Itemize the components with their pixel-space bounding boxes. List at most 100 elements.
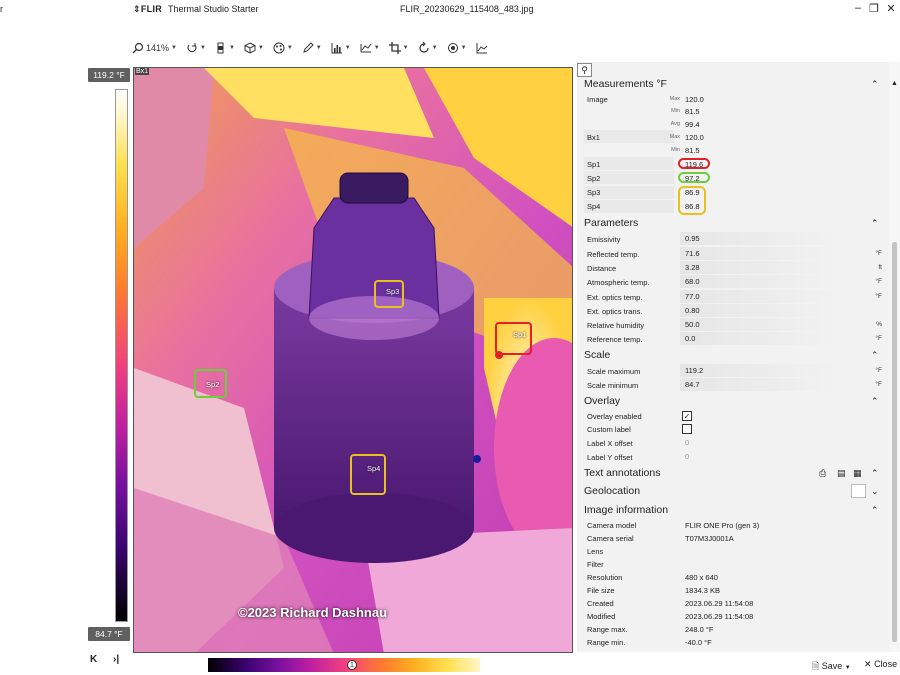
spot-sp2-label: Sp2: [206, 380, 220, 389]
spot-sp3[interactable]: Sp3: [374, 280, 404, 308]
measurement-value: 86.8: [685, 202, 700, 211]
note-icon[interactable]: ▤: [837, 468, 846, 479]
save-button[interactable]: 🗎 Save ▼: [812, 659, 851, 675]
info-value: 480 x 640: [685, 573, 718, 582]
box-measurement-label[interactable]: Bx1: [135, 68, 150, 75]
scale-max-label[interactable]: 119.2 °F: [88, 68, 130, 82]
measurement-stat: Max: [669, 134, 680, 140]
collapse-scale-icon[interactable]: ⌃: [871, 350, 879, 361]
close-window-button[interactable]: ✕: [884, 2, 898, 15]
overlay-label: Label Y offset: [587, 453, 633, 462]
info-value: T07M3J0001A: [685, 534, 734, 543]
spot-sp4[interactable]: Sp4: [350, 454, 386, 495]
overlay-label: Custom label: [587, 425, 631, 434]
spot-sp2[interactable]: Sp2: [194, 369, 227, 398]
scale-unit: °F: [875, 367, 882, 374]
minimize-button[interactable]: –: [851, 2, 865, 14]
last-image-button[interactable]: ›|: [113, 654, 119, 665]
palette-handle[interactable]: 1: [347, 660, 357, 670]
geolocation-map-button[interactable]: [851, 484, 866, 498]
scale-header[interactable]: Scale: [584, 349, 610, 361]
measurement-value: 81.5: [685, 107, 700, 116]
palette-tool[interactable]: ▼: [273, 42, 293, 54]
param-value[interactable]: 0.95: [685, 234, 700, 243]
parameters-header[interactable]: Parameters: [584, 217, 638, 229]
image-mode-tool[interactable]: ▼: [244, 42, 264, 54]
level-span-tool[interactable]: ▼: [215, 42, 235, 54]
param-value[interactable]: 77.0: [685, 292, 700, 301]
expand-geolocation-icon[interactable]: ⌄: [871, 486, 879, 497]
spot-sp1[interactable]: Sp1: [495, 322, 532, 355]
chevron-down-icon: ▼: [373, 45, 380, 51]
plot-tool[interactable]: [476, 42, 488, 54]
line-tool[interactable]: ▼: [360, 42, 380, 54]
crop-tool[interactable]: ▼: [388, 42, 409, 54]
scrollbar-thumb[interactable]: [892, 242, 897, 642]
param-label: Reflected temp.: [587, 250, 640, 259]
scroll-up-icon[interactable]: ▲: [891, 80, 898, 87]
info-value: 248.0 °F: [685, 625, 714, 634]
scale-min-label[interactable]: 84.7 °F: [88, 627, 130, 641]
param-value-bg: [680, 304, 840, 317]
collapse-parameters-icon[interactable]: ⌃: [871, 218, 879, 229]
label-y-offset-value[interactable]: 0: [685, 452, 689, 461]
annotate-tool[interactable]: ▼: [302, 42, 322, 54]
collapse-annotations-icon[interactable]: ⌃: [871, 468, 879, 479]
param-value[interactable]: 50.0: [685, 320, 700, 329]
param-value-bg: [680, 332, 840, 345]
info-label: Range min.: [587, 638, 626, 647]
measurement-tool[interactable]: ▼: [331, 42, 351, 54]
image-information-header[interactable]: Image information: [584, 504, 668, 516]
panel-scrollbar[interactable]: ▲: [889, 62, 900, 652]
fusion-tool[interactable]: ▼: [447, 42, 467, 54]
info-value: -40.0 °F: [685, 638, 712, 647]
collapse-image-info-icon[interactable]: ⌃: [871, 505, 879, 516]
param-label: Ext. optics temp.: [587, 293, 643, 302]
thermal-image[interactable]: [133, 67, 573, 653]
first-image-button[interactable]: K: [90, 654, 97, 665]
text-annotations-header[interactable]: Text annotations: [584, 467, 660, 479]
param-value[interactable]: 0.0: [685, 334, 695, 343]
param-value[interactable]: 0.80: [685, 306, 700, 315]
param-value[interactable]: 71.6: [685, 249, 700, 258]
info-label: Range max.: [587, 625, 628, 634]
overlay-label: Label X offset: [587, 439, 633, 448]
close-icon: ✕: [864, 659, 872, 669]
scale-value[interactable]: 84.7: [685, 380, 700, 389]
info-label: Modified: [587, 612, 616, 621]
add-annotation-icon[interactable]: ⎙: [819, 468, 826, 479]
measurement-stat: Max: [669, 96, 680, 102]
info-label: Camera model: [587, 521, 637, 530]
label-x-offset-value[interactable]: 0: [685, 438, 689, 447]
thermal-image-drawing: [134, 68, 572, 652]
pin-icon[interactable]: ⚲: [577, 63, 592, 77]
scale-value[interactable]: 119.2: [685, 366, 703, 375]
rotate-tool[interactable]: ▼: [186, 42, 206, 54]
custom-label-checkbox[interactable]: [682, 424, 692, 434]
geolocation-header[interactable]: Geolocation: [584, 485, 640, 497]
properties-panel: [577, 62, 890, 652]
measurements-header[interactable]: Measurements °F: [584, 78, 667, 90]
collapse-measurements-icon[interactable]: ⌃: [871, 79, 879, 90]
voice-note-icon[interactable]: ▦: [853, 468, 862, 479]
maximize-button[interactable]: ❐: [867, 2, 881, 15]
info-label: Created: [587, 599, 614, 608]
chevron-down-icon: ▼: [171, 45, 177, 51]
zoom-tool[interactable]: 141% ▼: [132, 42, 177, 54]
overlay-enabled-checkbox[interactable]: ✓: [682, 411, 692, 421]
param-value[interactable]: 3.28: [685, 263, 700, 272]
overlay-label: Overlay enabled: [587, 412, 642, 421]
measurement-value: 120.0: [685, 133, 704, 142]
collapse-overlay-icon[interactable]: ⌃: [871, 396, 879, 407]
info-label: Camera serial: [587, 534, 634, 543]
palette-slider[interactable]: 1: [208, 657, 480, 673]
param-value[interactable]: 68.0: [685, 277, 700, 286]
title-bar: r ⇕FLIR Thermal Studio Starter FLIR_2023…: [0, 0, 900, 20]
rotate-icon: [187, 43, 197, 53]
temperature-scale-bar: [115, 89, 128, 622]
reset-tool[interactable]: ▼: [418, 42, 438, 54]
close-button[interactable]: ✕ Close: [864, 659, 897, 670]
chevron-down-icon: ▼: [257, 45, 264, 51]
overlay-header[interactable]: Overlay: [584, 395, 620, 407]
crop-icon: [388, 42, 401, 54]
